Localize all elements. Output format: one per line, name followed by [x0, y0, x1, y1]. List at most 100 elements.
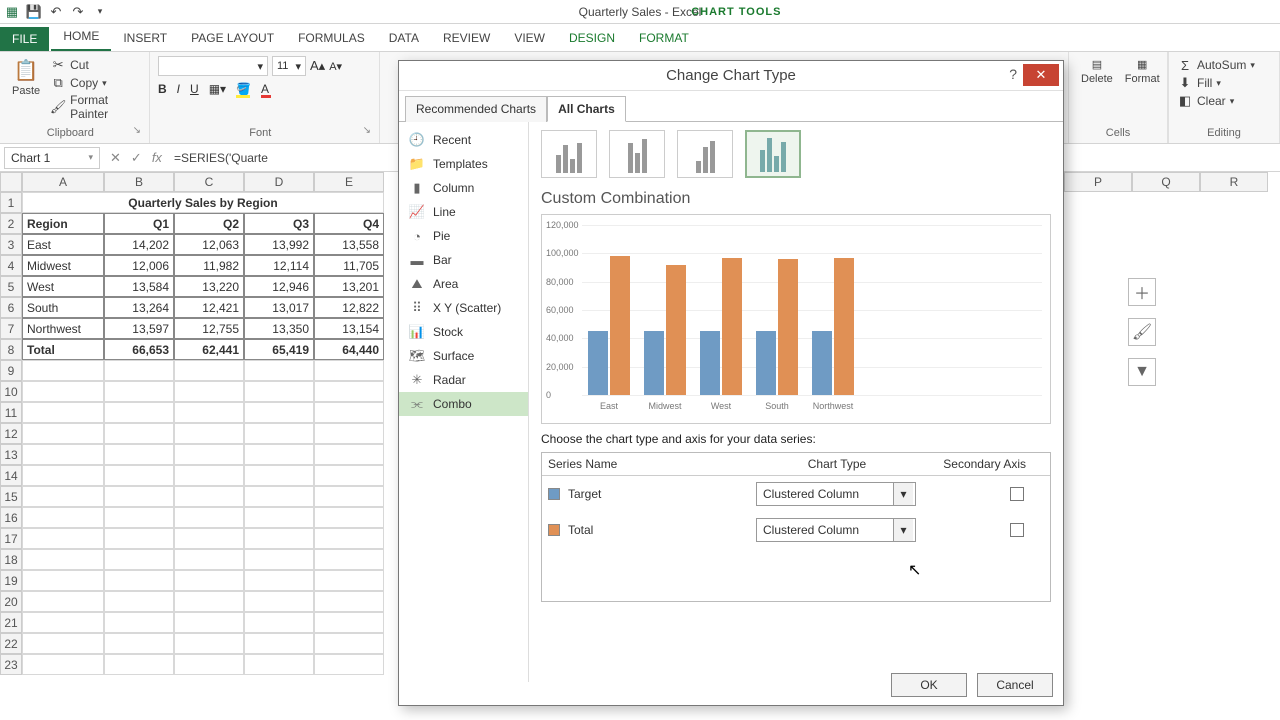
worksheet-grid[interactable]: A B C D E 1Quarterly Sales by Region2Reg… [0, 172, 384, 675]
cell[interactable]: Q4 [314, 213, 384, 234]
dialog-help-icon[interactable]: ? [1009, 66, 1017, 82]
cell[interactable] [174, 381, 244, 402]
cell[interactable] [22, 633, 104, 654]
secondary-axis-checkbox[interactable] [1010, 487, 1024, 501]
font-color-button[interactable]: A [261, 82, 269, 96]
undo-icon[interactable]: ↶ [48, 4, 64, 20]
cell[interactable] [22, 360, 104, 381]
clipboard-launcher-icon[interactable]: ↘ [133, 125, 141, 139]
cell[interactable] [314, 654, 384, 675]
tab-format[interactable]: FORMAT [627, 25, 701, 51]
cell[interactable] [314, 423, 384, 444]
cell[interactable] [244, 423, 314, 444]
col-header[interactable]: R [1200, 172, 1268, 192]
row-header[interactable]: 10 [0, 381, 22, 402]
cell[interactable]: 64,440 [314, 339, 384, 360]
row-header[interactable]: 22 [0, 633, 22, 654]
row-header[interactable]: 15 [0, 486, 22, 507]
chart-type-combo[interactable]: Clustered Column▾ [756, 482, 916, 506]
row-header[interactable]: 20 [0, 591, 22, 612]
cell[interactable] [244, 381, 314, 402]
paste-button[interactable]: 📋 Paste [8, 56, 44, 122]
cell[interactable] [104, 486, 174, 507]
cell[interactable] [314, 402, 384, 423]
cell[interactable]: 13,264 [104, 297, 174, 318]
cell[interactable] [104, 444, 174, 465]
row-header[interactable]: 8 [0, 339, 22, 360]
cell[interactable]: Midwest [22, 255, 104, 276]
col-header[interactable]: P [1064, 172, 1132, 192]
row-header[interactable]: 6 [0, 297, 22, 318]
cell[interactable] [244, 633, 314, 654]
cell[interactable] [104, 570, 174, 591]
row-header[interactable]: 3 [0, 234, 22, 255]
cell[interactable] [174, 423, 244, 444]
cell[interactable] [244, 591, 314, 612]
secondary-axis-checkbox[interactable] [1010, 523, 1024, 537]
row-header[interactable]: 17 [0, 528, 22, 549]
tab-insert[interactable]: INSERT [111, 25, 179, 51]
cell[interactable] [22, 444, 104, 465]
cell[interactable] [244, 465, 314, 486]
cell[interactable]: South [22, 297, 104, 318]
grow-font-icon[interactable]: A▴ [310, 58, 325, 74]
cancel-formula-icon[interactable]: ✕ [110, 150, 121, 166]
tab-formulas[interactable]: FORMULAS [286, 25, 377, 51]
subtype-thumb[interactable] [541, 130, 597, 178]
name-box[interactable]: Chart 1▾ [4, 147, 100, 169]
cell[interactable]: 13,597 [104, 318, 174, 339]
bold-button[interactable]: B [158, 82, 167, 96]
cell[interactable]: 66,653 [104, 339, 174, 360]
cell[interactable] [22, 612, 104, 633]
row-header[interactable]: 16 [0, 507, 22, 528]
cell[interactable] [314, 465, 384, 486]
cell[interactable]: 12,421 [174, 297, 244, 318]
cell[interactable] [314, 528, 384, 549]
cell[interactable] [244, 612, 314, 633]
col-header[interactable]: C [174, 172, 244, 192]
cell[interactable]: 12,946 [244, 276, 314, 297]
cell[interactable] [244, 360, 314, 381]
cell[interactable] [244, 507, 314, 528]
cell[interactable]: East [22, 234, 104, 255]
cell[interactable] [174, 633, 244, 654]
shrink-font-icon[interactable]: A▾ [329, 60, 342, 73]
chart-styles-button[interactable]: 🖌 [1128, 318, 1156, 346]
cell[interactable] [314, 381, 384, 402]
row-header[interactable]: 12 [0, 423, 22, 444]
fill-button[interactable]: ⬇Fill▾ [1177, 74, 1271, 92]
cell[interactable]: 13,558 [314, 234, 384, 255]
cell[interactable] [22, 570, 104, 591]
chart-type-line[interactable]: 📈Line [399, 200, 528, 224]
cell[interactable] [314, 570, 384, 591]
cell[interactable] [22, 591, 104, 612]
italic-button[interactable]: I [177, 82, 180, 96]
row-header[interactable]: 18 [0, 549, 22, 570]
dialog-close-button[interactable]: ✕ [1023, 64, 1059, 86]
chart-type-pie[interactable]: ◔Pie [399, 224, 528, 248]
cell[interactable] [104, 591, 174, 612]
cell[interactable]: 14,202 [104, 234, 174, 255]
select-all-corner[interactable] [0, 172, 22, 192]
tab-design[interactable]: DESIGN [557, 25, 627, 51]
cell[interactable] [104, 465, 174, 486]
tab-home[interactable]: HOME [51, 23, 111, 51]
cell[interactable] [174, 612, 244, 633]
cell[interactable] [244, 549, 314, 570]
fill-color-button[interactable]: 🪣 [236, 82, 251, 96]
cell[interactable] [314, 507, 384, 528]
cell[interactable] [174, 444, 244, 465]
cell[interactable] [174, 549, 244, 570]
cell[interactable] [244, 486, 314, 507]
cell[interactable] [314, 486, 384, 507]
cell[interactable] [22, 486, 104, 507]
chart-type-bar[interactable]: ▬Bar [399, 248, 528, 272]
cell[interactable]: 13,017 [244, 297, 314, 318]
row-header[interactable]: 2 [0, 213, 22, 234]
autosum-button[interactable]: ΣAutoSum▾ [1177, 56, 1271, 74]
row-header[interactable]: 1 [0, 192, 22, 213]
cell[interactable]: 12,755 [174, 318, 244, 339]
cell[interactable] [104, 402, 174, 423]
tab-page-layout[interactable]: PAGE LAYOUT [179, 25, 286, 51]
font-size-combo[interactable]: 11▾ [272, 56, 306, 76]
